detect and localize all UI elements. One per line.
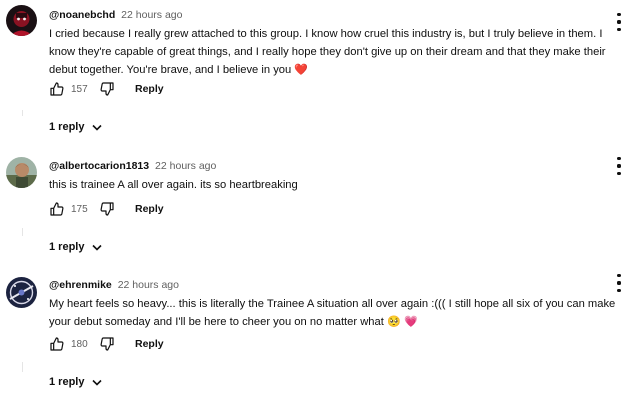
comment-text-content: I cried because I really grew attached t… xyxy=(49,28,606,76)
comment-text: My heart feels so heavy... this is liter… xyxy=(49,295,627,331)
author-handle[interactable]: @albertocarion1813 xyxy=(49,160,149,172)
pleading-face-emoji: 🥺 💗 xyxy=(386,315,418,328)
comment-text: this is trainee A all over again. its so… xyxy=(49,176,627,194)
comment-header: @noanebchd 22 hours ago xyxy=(49,8,182,22)
thread-line xyxy=(22,110,23,116)
timestamp[interactable]: 22 hours ago xyxy=(155,160,216,172)
like-count: 157 xyxy=(71,83,88,95)
thumbs-down-icon[interactable] xyxy=(99,201,115,217)
author-handle[interactable]: @noanebchd xyxy=(49,9,115,21)
replies-label: 1 reply xyxy=(49,376,85,388)
comment-actions: 175 Reply xyxy=(49,200,164,218)
like-count: 180 xyxy=(71,338,88,350)
view-replies-button[interactable]: 1 reply xyxy=(49,241,103,253)
comment-header: @ehrenmike 22 hours ago xyxy=(49,278,179,292)
thumbs-down-icon[interactable] xyxy=(99,336,115,352)
comment-actions: 157 Reply xyxy=(49,80,164,98)
reply-button[interactable]: Reply xyxy=(135,338,164,350)
thumbs-down-icon[interactable] xyxy=(99,81,115,97)
heart-emoji: ❤️ xyxy=(294,63,309,76)
thumbs-up-icon[interactable] xyxy=(49,81,65,97)
like-count: 175 xyxy=(71,203,88,215)
view-replies-button[interactable]: 1 reply xyxy=(49,121,103,133)
chevron-down-icon xyxy=(92,124,103,131)
more-vertical-icon[interactable] xyxy=(614,157,624,175)
author-handle[interactable]: @ehrenmike xyxy=(49,279,112,291)
comment-actions: 180 Reply xyxy=(49,335,164,353)
timestamp[interactable]: 22 hours ago xyxy=(118,279,179,291)
thread-line xyxy=(22,228,23,236)
timestamp[interactable]: 22 hours ago xyxy=(121,9,182,21)
comment-text-content: this is trainee A all over again. its so… xyxy=(49,179,298,191)
avatar[interactable] xyxy=(6,5,37,36)
chevron-down-icon xyxy=(92,379,103,386)
thumbs-up-icon[interactable] xyxy=(49,201,65,217)
avatar[interactable] xyxy=(6,277,37,308)
comment-text-content: My heart feels so heavy... this is liter… xyxy=(49,298,616,328)
thread-line xyxy=(22,362,23,372)
comment-text: I cried because I really grew attached t… xyxy=(49,25,627,79)
replies-label: 1 reply xyxy=(49,241,85,253)
avatar[interactable] xyxy=(6,157,37,188)
comment-header: @albertocarion1813 22 hours ago xyxy=(49,159,216,173)
more-vertical-icon[interactable] xyxy=(614,274,624,292)
thumbs-up-icon[interactable] xyxy=(49,336,65,352)
view-replies-button[interactable]: 1 reply xyxy=(49,376,103,388)
reply-button[interactable]: Reply xyxy=(135,83,164,95)
reply-button[interactable]: Reply xyxy=(135,203,164,215)
replies-label: 1 reply xyxy=(49,121,85,133)
chevron-down-icon xyxy=(92,244,103,251)
